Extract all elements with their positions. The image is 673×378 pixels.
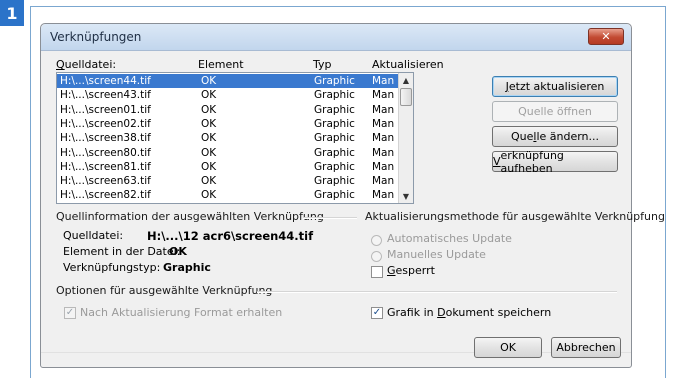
step-number-badge: 1 — [0, 0, 24, 26]
link-row[interactable]: H:\...\screen01.tif OK Graphic Man — [57, 103, 400, 117]
link-row[interactable]: H:\...\screen82.tif OK Graphic Man — [57, 188, 400, 202]
store-in-document-label: Grafik in Dokument speichern — [387, 306, 552, 319]
column-header-type[interactable]: Typ — [313, 58, 332, 71]
close-icon: ✕ — [601, 30, 611, 43]
footer-divider — [41, 352, 631, 353]
link-update-cell: Man — [372, 75, 395, 87]
source-file-label: Quelldatei: — [63, 229, 124, 242]
link-type-cell: Graphic — [314, 146, 355, 159]
link-element-cell: OK — [201, 160, 217, 173]
break-link-button[interactable]: Verknüpfung aufheben — [492, 149, 618, 175]
link-element-cell: OK — [201, 189, 217, 202]
link-update-cell: Man — [372, 103, 395, 116]
update-now-button[interactable]: Jetzt aktualisieren — [492, 76, 618, 97]
link-element-cell: OK — [201, 175, 217, 188]
link-type-cell: Graphic — [314, 189, 355, 202]
element-in-file-value: OK — [169, 245, 187, 258]
keep-format-checkbox[interactable]: ✓ — [64, 307, 76, 319]
link-file-cell: H:\...\screen81.tif — [60, 160, 151, 173]
auto-update-radio[interactable] — [371, 235, 382, 246]
link-element-cell: OK — [201, 75, 217, 87]
link-row[interactable]: H:\...\screen63.tif OK Graphic Man — [57, 174, 400, 188]
link-update-cell: Man — [372, 117, 395, 130]
link-element-cell: OK — [201, 89, 217, 102]
source-info-section-title: Quellinformation der ausgewählten Verknü… — [56, 210, 324, 223]
link-file-cell: H:\...\screen02.tif — [60, 117, 151, 130]
column-header-source[interactable]: Quelldatei: — [56, 58, 116, 71]
link-file-cell: H:\...\screen38.tif — [60, 132, 151, 145]
close-button[interactable]: ✕ — [588, 28, 624, 45]
link-row[interactable]: H:\...\screen38.tif OK Graphic Man — [57, 131, 400, 145]
link-type-cell: Graphic — [314, 132, 355, 145]
link-element-cell: OK — [201, 117, 217, 130]
column-header-element[interactable]: Element — [198, 58, 244, 71]
link-update-cell: Man — [372, 160, 395, 173]
scroll-up-arrow-icon[interactable]: ▲ — [400, 74, 412, 86]
link-file-cell: H:\...\screen43.tif — [60, 89, 151, 102]
section-divider — [303, 217, 357, 219]
keep-format-label: Nach Aktualisierung Format erhalten — [80, 306, 283, 319]
scroll-thumb[interactable] — [400, 88, 412, 106]
links-list[interactable]: H:\...\screen44.tif OK Graphic Man H:\...\sc… — [56, 72, 414, 204]
link-type-cell: Graphic — [314, 160, 355, 173]
link-element-cell: OK — [201, 132, 217, 145]
link-row[interactable]: H:\...\screen02.tif OK Graphic Man — [57, 117, 400, 131]
link-row[interactable]: H:\...\screen44.tif OK Graphic Man — [57, 74, 400, 88]
link-element-cell: OK — [201, 146, 217, 159]
link-type-label: Verknüpfungstyp: — [63, 261, 161, 274]
link-row[interactable]: H:\...\screen81.tif OK Graphic Man — [57, 160, 400, 174]
links-dialog: Verknüpfungen ✕ Quelldatei: Element Typ … — [40, 23, 665, 368]
link-row[interactable]: H:\...\screen43.tif OK Graphic Man — [57, 88, 400, 102]
link-file-cell: H:\...\screen63.tif — [60, 175, 151, 188]
link-type-cell: Graphic — [314, 175, 355, 188]
link-row[interactable]: H:\...\screen80.tif OK Graphic Man — [57, 146, 400, 160]
section-divider — [257, 291, 617, 293]
link-element-cell: OK — [201, 103, 217, 116]
link-file-cell: H:\...\screen44.tif — [60, 75, 151, 87]
change-source-button[interactable]: Que l le ändern... — [492, 126, 618, 147]
link-update-cell: Man — [372, 175, 395, 188]
link-type-cell: Graphic — [314, 75, 355, 87]
link-file-cell: H:\...\screen80.tif — [60, 146, 151, 159]
link-update-cell: Man — [372, 146, 395, 159]
link-type-cell: Graphic — [314, 117, 355, 130]
link-file-cell: H:\...\screen01.tif — [60, 103, 151, 116]
list-scrollbar[interactable]: ▲ ▼ — [398, 73, 413, 203]
link-update-cell: Man — [372, 189, 395, 202]
dialog-title: Verknüpfungen — [50, 30, 142, 44]
source-file-value: H:\...\12 acr6\screen44.tif — [147, 229, 314, 243]
manual-update-label: Manuelles Update — [387, 248, 486, 261]
open-source-button[interactable]: Quelle öffnen — [492, 101, 618, 122]
element-in-file-label: Element in der Datei: — [63, 245, 181, 258]
title-bar: Verknüpfungen ✕ — [41, 24, 631, 51]
link-type-value: Graphic — [163, 261, 211, 274]
store-in-document-checkbox[interactable]: ✓ — [371, 307, 383, 319]
locked-label: Gesperrt — [387, 264, 435, 277]
locked-checkbox[interactable] — [371, 266, 383, 278]
manual-update-radio[interactable] — [371, 251, 382, 262]
link-file-cell: H:\...\screen82.tif — [60, 189, 151, 202]
column-header-update[interactable]: Aktualisieren — [372, 58, 444, 71]
cancel-button[interactable]: Abbrechen — [551, 337, 621, 358]
link-update-cell: Man — [372, 132, 395, 145]
ok-button[interactable]: OK — [474, 337, 542, 358]
link-type-cell: Graphic — [314, 89, 355, 102]
options-section-title: Optionen für ausgewählte Verknüpfung — [56, 284, 273, 297]
link-type-cell: Graphic — [314, 103, 355, 116]
scroll-down-arrow-icon[interactable]: ▼ — [400, 190, 412, 202]
update-method-section-title: Aktualisierungsmethode für ausgewählte V… — [365, 210, 665, 223]
auto-update-label: Automatisches Update — [387, 232, 512, 245]
link-update-cell: Man — [372, 89, 395, 102]
